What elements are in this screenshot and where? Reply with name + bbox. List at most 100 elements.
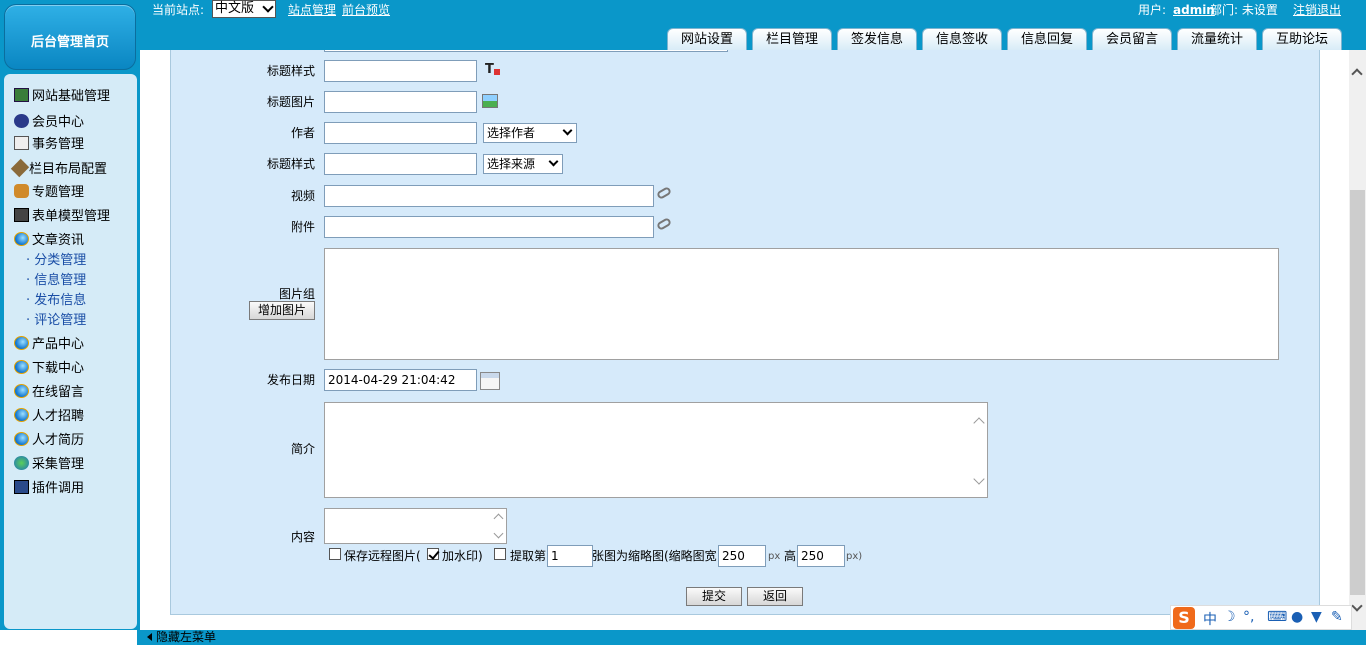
- bottom-bar: 隐藏左菜单: [137, 630, 1366, 645]
- site-select-value: 中文版: [215, 1, 255, 16]
- triangle-left-icon: [147, 633, 152, 641]
- sidebar-item-downloads[interactable]: 下载中心: [14, 360, 84, 378]
- scroll-up-icon[interactable]: [1351, 68, 1363, 80]
- sogou-logo-icon[interactable]: S: [1173, 607, 1195, 629]
- user-name-link[interactable]: admin: [1173, 2, 1215, 18]
- save-remote-checkbox[interactable]: [329, 548, 341, 560]
- sidebar-item-resumes[interactable]: 人才简历: [14, 432, 84, 450]
- logout-link[interactable]: 注销退出: [1293, 2, 1341, 18]
- sidebar-menu: 网站基础管理 会员中心 事务管理 栏目布局配置 专题管理 表单模型管理 文章资讯…: [4, 74, 137, 629]
- author-select[interactable]: 选择作者: [483, 123, 577, 143]
- attachment-input[interactable]: [324, 216, 654, 238]
- sidebar-subitem-info-manage[interactable]: · 信息管理: [26, 272, 86, 290]
- sidebar-item-affairs[interactable]: 事务管理: [14, 136, 84, 154]
- publish-date-input[interactable]: 2014-04-29 21:04:42: [324, 369, 477, 391]
- px-unit: px): [846, 551, 863, 562]
- source-input[interactable]: [324, 153, 477, 175]
- sidebar-item-label: 文章资讯: [32, 233, 85, 248]
- publish-date-label: 发布日期: [266, 373, 315, 387]
- thumb-width-input[interactable]: 250: [718, 545, 766, 567]
- add-image-button[interactable]: 增加图片: [249, 301, 315, 320]
- gallery-area[interactable]: [324, 248, 1279, 360]
- main-content: 标题样式 T 标题图片 作者 选择作者 标题样式 选择来源 视频 附件 图片组 …: [140, 50, 1349, 630]
- tab-info-reply[interactable]: 信息回复: [1007, 28, 1087, 50]
- title-input-partial[interactable]: [324, 50, 728, 52]
- ie-icon: [14, 408, 29, 422]
- sidebar-item-articles[interactable]: 文章资讯: [14, 232, 84, 250]
- tools-icon: [10, 158, 30, 178]
- skin-icon[interactable]: ▼: [1311, 609, 1322, 625]
- vertical-scrollbar[interactable]: [1349, 50, 1366, 630]
- paperclip-icon[interactable]: [655, 217, 673, 231]
- scroll-up-icon[interactable]: [973, 417, 985, 429]
- author-input[interactable]: [324, 122, 477, 144]
- content-editor[interactable]: [324, 508, 507, 544]
- chevron-down-icon: [562, 125, 573, 136]
- source-select[interactable]: 选择来源: [483, 154, 563, 174]
- title-image-label: 标题图片: [266, 95, 315, 109]
- extract-index-input[interactable]: 1: [547, 545, 593, 567]
- thumb-width-label: 张图为缩略图(缩略图宽: [592, 549, 717, 563]
- punctuation-icon[interactable]: °,: [1243, 609, 1254, 625]
- sidebar-item-collection[interactable]: 采集管理: [14, 456, 84, 474]
- video-input[interactable]: [324, 185, 654, 207]
- sidebar-item-plugins[interactable]: 插件调用: [14, 480, 84, 498]
- image-icon[interactable]: [482, 94, 498, 108]
- sidebar-item-products[interactable]: 产品中心: [14, 336, 84, 354]
- keyboard-icon[interactable]: ⌨: [1267, 609, 1287, 625]
- sidebar-item-label: 会员中心: [32, 115, 85, 130]
- tab-traffic-stats[interactable]: 流量统计: [1177, 28, 1257, 50]
- user-icon[interactable]: ●: [1291, 609, 1303, 625]
- sidebar-item-member-center[interactable]: 会员中心: [14, 114, 84, 132]
- sidebar-item-topics[interactable]: 专题管理: [14, 184, 84, 202]
- submit-button[interactable]: 提交: [686, 587, 742, 606]
- px-unit: px: [768, 551, 781, 562]
- watermark-checkbox[interactable]: [427, 548, 439, 560]
- notepad-icon: [14, 136, 29, 150]
- tab-column-manage[interactable]: 栏目管理: [752, 28, 832, 50]
- scroll-down-icon[interactable]: [1351, 600, 1363, 612]
- sidebar-item-form-models[interactable]: 表单模型管理: [14, 208, 110, 226]
- scroll-down-icon[interactable]: [493, 528, 504, 539]
- title-image-input[interactable]: [324, 91, 477, 113]
- tab-member-message[interactable]: 会员留言: [1092, 28, 1172, 50]
- summary-textarea[interactable]: [324, 402, 988, 498]
- tab-site-settings[interactable]: 网站设置: [667, 28, 747, 50]
- sidebar-item-recruitment[interactable]: 人才招聘: [14, 408, 84, 426]
- text-color-icon[interactable]: T: [485, 62, 500, 77]
- sidebar-subitem-publish[interactable]: · 发布信息: [26, 292, 86, 310]
- scroll-up-icon[interactable]: [493, 513, 504, 524]
- moon-icon[interactable]: ☽: [1223, 609, 1236, 625]
- back-button[interactable]: 返回: [747, 587, 803, 606]
- site-manage-link[interactable]: 站点管理: [288, 2, 336, 18]
- site-select[interactable]: 中文版: [212, 0, 276, 18]
- wrench-icon[interactable]: ✎: [1331, 609, 1343, 625]
- ime-mode-toggle[interactable]: 中: [1203, 609, 1217, 629]
- hide-menu-toggle[interactable]: 隐藏左菜单: [147, 630, 216, 645]
- calendar-icon[interactable]: [480, 372, 500, 390]
- sidebar-item-label: 表单模型管理: [32, 209, 111, 224]
- ie-icon: [14, 232, 29, 246]
- sidebar-subitem-category[interactable]: · 分类管理: [26, 252, 86, 270]
- user-label: 用户:: [1138, 3, 1167, 17]
- scrollbar-thumb[interactable]: [1350, 190, 1365, 595]
- paperclip-icon[interactable]: [655, 186, 673, 200]
- group-icon: [14, 184, 29, 198]
- author-label: 作者: [290, 126, 315, 140]
- tab-forum[interactable]: 互助论坛: [1262, 28, 1342, 50]
- sidebar-item-label: 产品中心: [32, 337, 85, 352]
- sidebar-subitem-comments[interactable]: · 评论管理: [26, 312, 86, 330]
- title-style-input[interactable]: [324, 60, 477, 82]
- sidebar-item-guestbook[interactable]: 在线留言: [14, 384, 84, 402]
- sidebar-item-site-basic[interactable]: 网站基础管理: [14, 88, 110, 106]
- thumb-height-input[interactable]: 250: [797, 545, 845, 567]
- scroll-down-icon[interactable]: [973, 473, 985, 485]
- ime-toolbar[interactable]: S 中 ☽ °, ⌨ ● ▼ ✎: [1170, 605, 1352, 630]
- admin-home-button[interactable]: 后台管理首页: [4, 4, 136, 70]
- tab-info-receive[interactable]: 信息签收: [922, 28, 1002, 50]
- sidebar-item-label: 采集管理: [32, 457, 85, 472]
- front-preview-link[interactable]: 前台预览: [342, 2, 390, 18]
- extract-thumb-checkbox[interactable]: [494, 548, 506, 560]
- tab-issue-info[interactable]: 签发信息: [837, 28, 917, 50]
- sidebar-item-layout-config[interactable]: 栏目布局配置: [10, 158, 107, 179]
